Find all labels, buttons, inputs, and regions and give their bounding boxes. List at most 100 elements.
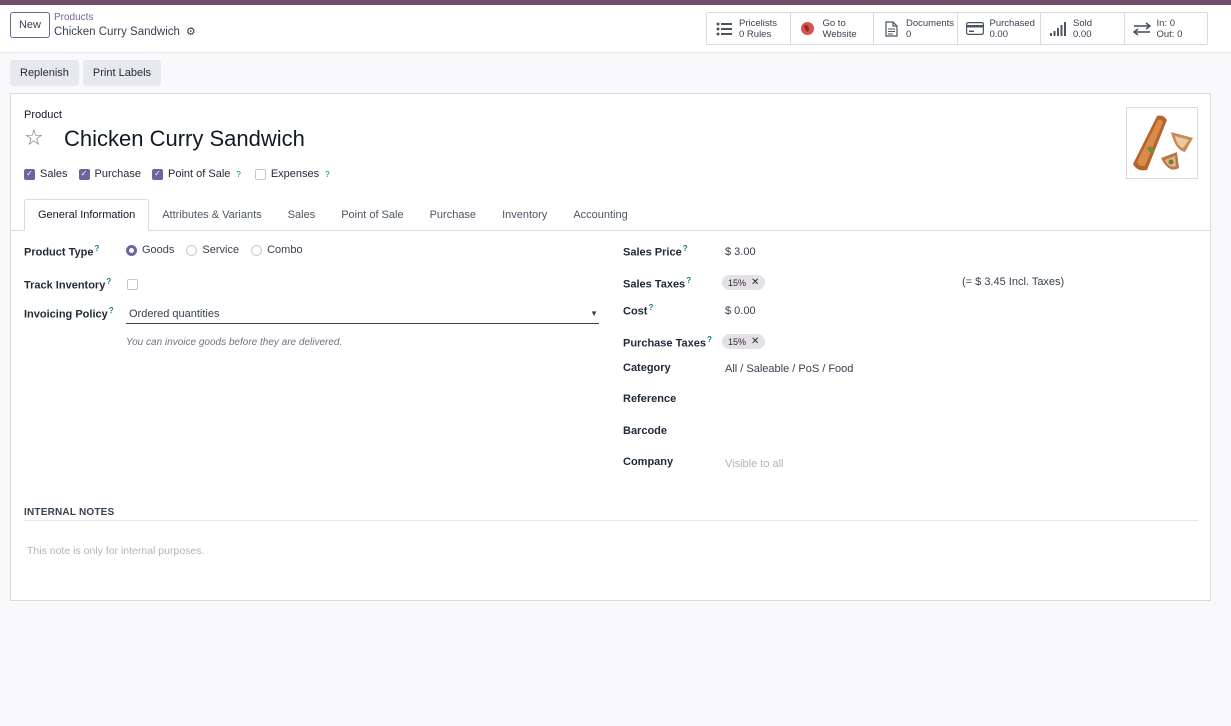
help-icon[interactable]: ? <box>94 244 99 253</box>
document-icon <box>882 20 900 38</box>
field-label-text: Purchase Taxes <box>623 337 706 350</box>
tab-point-of-sale[interactable]: Point of Sale <box>328 199 416 230</box>
help-icon[interactable]: ? <box>686 276 691 285</box>
tab-sales[interactable]: Sales <box>275 199 329 230</box>
cost-field[interactable]: $ 0.00 <box>725 305 756 317</box>
smart-button-line1: Go to <box>822 17 846 29</box>
tab-purchase[interactable]: Purchase <box>417 199 489 230</box>
sales-checkbox[interactable]: ✓ Sales <box>24 168 68 180</box>
checkbox-checked[interactable]: ✓ <box>152 168 164 180</box>
expenses-checkbox[interactable]: Expenses? <box>254 168 330 180</box>
list-icon <box>715 20 733 38</box>
signal-bars-icon <box>1049 20 1067 38</box>
radio-service[interactable]: Service <box>186 244 239 256</box>
help-icon[interactable]: ? <box>109 306 114 315</box>
checkbox-label: Sales <box>40 168 68 180</box>
tab-inventory[interactable]: Inventory <box>489 199 560 230</box>
field-label-text: Cost <box>623 305 648 318</box>
checkbox-label: Point of Sale <box>168 168 231 180</box>
radio-goods[interactable]: Goods <box>126 244 174 256</box>
checkbox-unchecked[interactable] <box>254 168 266 180</box>
reference-label: Reference <box>623 393 677 405</box>
point-of-sale-checkbox[interactable]: ✓ Point of Sale? <box>152 168 241 180</box>
caret-down-icon: ▼ <box>590 309 598 318</box>
tab-attributes-variants[interactable]: Attributes & Variants <box>149 199 274 230</box>
select-value: Ordered quantities <box>129 307 220 320</box>
radio-label: Goods <box>142 244 175 256</box>
product-type-checkboxes: ✓ Sales ✓ Purchase ✓ Point of Sale? Expe… <box>24 168 330 180</box>
purchased-smart-button[interactable]: Purchased 0.00 <box>957 13 1041 44</box>
radio-selected[interactable] <box>126 244 137 256</box>
radio-label: Service <box>202 244 240 256</box>
product-name-field[interactable]: Chicken Curry Sandwich <box>64 126 305 152</box>
smart-button-line2: 0 Rules <box>739 28 772 40</box>
radio-unselected[interactable] <box>251 244 263 256</box>
tag-label: 15% <box>728 336 747 347</box>
smart-button-line2: Website <box>822 28 857 40</box>
gear-icon[interactable]: ⚙ <box>186 25 196 38</box>
tab-accounting[interactable]: Accounting <box>560 199 640 230</box>
sold-smart-button[interactable]: Sold 0.00 <box>1041 13 1125 44</box>
sales-price-label: Sales Price? <box>623 244 688 259</box>
category-field[interactable]: All / Saleable / PoS / Food <box>725 363 853 375</box>
breadcrumb: Products Chicken Curry Sandwich ⚙ <box>54 12 196 38</box>
checkbox-checked[interactable]: ✓ <box>24 168 35 180</box>
documents-smart-button[interactable]: Documents 0 <box>874 13 958 44</box>
help-icon[interactable]: ? <box>236 170 240 179</box>
star-icon[interactable]: ☆ <box>24 125 44 151</box>
field-label-text: Product Type <box>24 246 94 259</box>
help-icon[interactable]: ? <box>648 303 653 312</box>
tag-label: 15% <box>728 277 747 288</box>
cost-label: Cost? <box>623 303 653 318</box>
notebook-tabs: General Information Attributes & Variant… <box>11 198 1210 231</box>
checkbox-label: Purchase <box>94 168 142 180</box>
help-icon[interactable]: ? <box>106 277 111 286</box>
radio-unselected[interactable] <box>186 244 198 256</box>
new-button[interactable]: New <box>10 12 50 38</box>
pricelists-smart-button[interactable]: Pricelists 0 Rules <box>707 13 791 44</box>
credit-card-icon <box>965 20 984 38</box>
field-label-text: Sales Price <box>623 246 682 259</box>
help-icon[interactable]: ? <box>683 244 688 253</box>
company-field[interactable]: Visible to all <box>725 458 784 470</box>
close-icon[interactable]: ✕ <box>751 277 759 288</box>
company-label: Company <box>623 456 674 468</box>
control-panel: New Products Chicken Curry Sandwich ⚙ Pr… <box>0 5 1231 53</box>
sales-tax-tag[interactable]: 15% ✕ <box>722 275 766 290</box>
checkbox-checked[interactable]: ✓ <box>78 168 90 180</box>
help-icon[interactable]: ? <box>707 335 712 344</box>
smart-button-line2: 0.00 <box>1073 28 1092 40</box>
purchase-checkbox[interactable]: ✓ Purchase <box>78 168 142 180</box>
breadcrumb-current: Chicken Curry Sandwich <box>54 25 180 38</box>
form-sheet: Product ☆ Chicken Curry Sandwich ✓ Sales… <box>10 93 1211 601</box>
invoicing-policy-select[interactable]: Ordered quantities ▼ <box>126 304 599 324</box>
purchase-tax-tag[interactable]: 15% ✕ <box>722 334 766 349</box>
in-out-smart-button[interactable]: In: 0 Out: 0 <box>1124 13 1207 44</box>
help-icon[interactable]: ? <box>325 170 329 179</box>
tab-general-information[interactable]: General Information <box>24 199 150 231</box>
sales-taxes-label: Sales Taxes? <box>623 276 691 291</box>
close-icon[interactable]: ✕ <box>751 336 759 347</box>
smart-button-line2: 0 <box>906 28 912 40</box>
track-inventory-label: Track Inventory? <box>24 277 111 292</box>
barcode-label: Barcode <box>623 425 668 437</box>
track-inventory-checkbox[interactable] <box>127 279 138 290</box>
replenish-button[interactable]: Replenish <box>10 60 79 86</box>
action-buttons: Replenish Print Labels <box>10 60 162 86</box>
radio-combo[interactable]: Combo <box>251 244 303 256</box>
smart-button-line2: Out: 0 <box>1156 28 1183 40</box>
product-label: Product <box>24 109 62 121</box>
print-labels-button[interactable]: Print Labels <box>82 60 162 86</box>
smart-button-line1: Purchased <box>989 17 1035 29</box>
incl-taxes-value: (= $ 3.45 Incl. Taxes) <box>962 276 1065 288</box>
breadcrumb-products-link[interactable]: Products <box>54 12 196 24</box>
internal-notes-title: INTERNAL NOTES <box>24 507 1198 521</box>
internal-notes-input[interactable]: This note is only for internal purposes. <box>27 545 204 557</box>
smart-button-line1: Pricelists <box>739 17 778 29</box>
product-image[interactable] <box>1126 107 1198 179</box>
sales-price-field[interactable]: $ 3.00 <box>725 246 756 258</box>
category-label: Category <box>623 362 671 374</box>
smart-button-line1: Sold <box>1073 17 1093 29</box>
smart-button-line2: 0.00 <box>989 28 1009 40</box>
go-to-website-smart-button[interactable]: Go to Website <box>790 13 874 44</box>
